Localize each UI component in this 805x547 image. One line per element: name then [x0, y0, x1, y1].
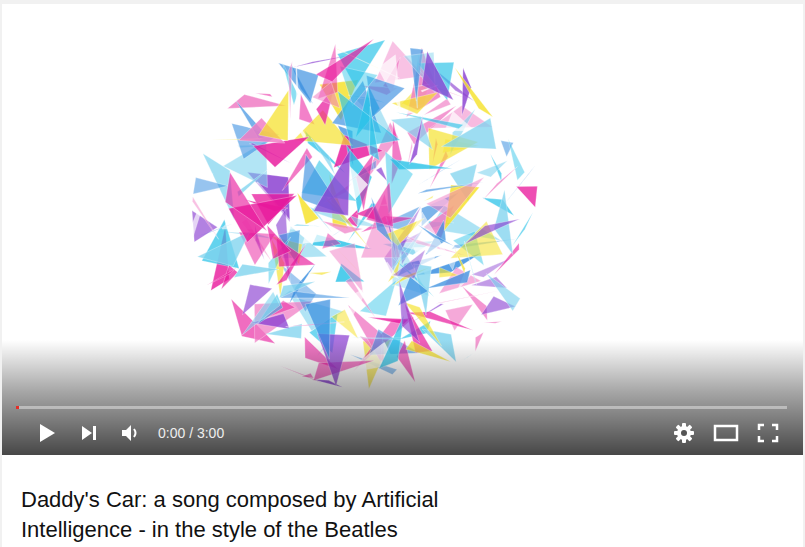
sphere-facet — [366, 182, 393, 227]
sphere-facet — [299, 94, 315, 124]
volume-icon — [120, 423, 142, 443]
sphere-facet — [259, 90, 289, 141]
sphere-facet — [314, 150, 351, 216]
time-display: 0:00 / 3:00 — [152, 423, 224, 444]
sphere-facet — [296, 54, 299, 105]
sphere-facet — [512, 212, 533, 246]
sphere-facet — [376, 167, 387, 181]
sphere-facet — [234, 264, 279, 277]
control-bar: 0:00 / 3:00 — [2, 411, 803, 455]
progress-track[interactable] — [16, 406, 787, 409]
sphere-facet — [193, 178, 228, 194]
sphere-facet — [462, 286, 487, 320]
sphere-facet — [322, 221, 363, 234]
settings-button[interactable] — [663, 415, 705, 451]
sphere-facet — [494, 243, 519, 275]
sphere-facet — [288, 62, 292, 120]
sphere-facet — [418, 225, 454, 246]
sphere-facet — [409, 116, 423, 165]
sphere-facet — [484, 322, 502, 324]
theater-icon — [713, 424, 739, 442]
controls-overlay: 0:00 / 3:00 — [2, 340, 803, 455]
next-button[interactable] — [68, 415, 110, 451]
sphere-facet — [279, 281, 315, 298]
play-icon — [37, 423, 57, 443]
sphere-facet — [404, 212, 451, 259]
sphere-facet — [350, 287, 369, 321]
sphere-facet — [455, 67, 493, 117]
video-title: Daddy's Car: a song composed by Artifici… — [21, 485, 541, 545]
progress-fill — [16, 406, 19, 409]
sphere-facet — [442, 118, 497, 149]
sphere-facet — [508, 139, 525, 180]
sphere-facet — [316, 39, 374, 82]
sphere-facet — [322, 233, 341, 249]
gear-icon — [673, 422, 695, 444]
sphere-facet — [267, 225, 291, 259]
sphere-facet — [399, 280, 420, 343]
sphere-facet — [477, 161, 508, 177]
sphere-facet — [225, 172, 267, 231]
next-icon — [80, 424, 98, 442]
sphere-facet — [309, 272, 332, 275]
sphere-facet — [422, 51, 454, 100]
fullscreen-icon — [757, 423, 779, 443]
video-player[interactable]: 0:00 / 3:00 — [2, 4, 803, 455]
theater-button[interactable] — [705, 415, 747, 451]
sphere-facet — [197, 231, 250, 266]
sphere-facet — [329, 243, 363, 293]
sphere-facet — [393, 250, 426, 279]
sphere-facet — [426, 177, 484, 218]
sphere-facet — [312, 82, 340, 108]
sphere-facet — [338, 91, 400, 149]
play-button[interactable] — [26, 415, 68, 451]
volume-button[interactable] — [110, 415, 152, 451]
sphere-facet — [207, 268, 236, 285]
page: 0:00 / 3:00 Daddy's — [0, 0, 805, 547]
sphere-facet — [391, 117, 433, 150]
title-panel: Daddy's Car: a song composed by Artifici… — [2, 455, 803, 547]
sphere-facet — [289, 111, 306, 140]
sphere-facet — [464, 241, 476, 285]
sphere-facet — [255, 93, 272, 97]
sphere-facet — [516, 186, 537, 207]
sphere-facet — [294, 224, 321, 226]
sphere-facet — [486, 274, 520, 311]
sphere-facet — [369, 107, 379, 161]
sphere-facet — [465, 219, 520, 244]
sphere-facet — [455, 248, 466, 273]
sphere-facet — [360, 280, 397, 316]
fullscreen-button[interactable] — [747, 415, 789, 451]
sphere-facet — [242, 292, 280, 335]
sphere-facet — [192, 197, 218, 240]
